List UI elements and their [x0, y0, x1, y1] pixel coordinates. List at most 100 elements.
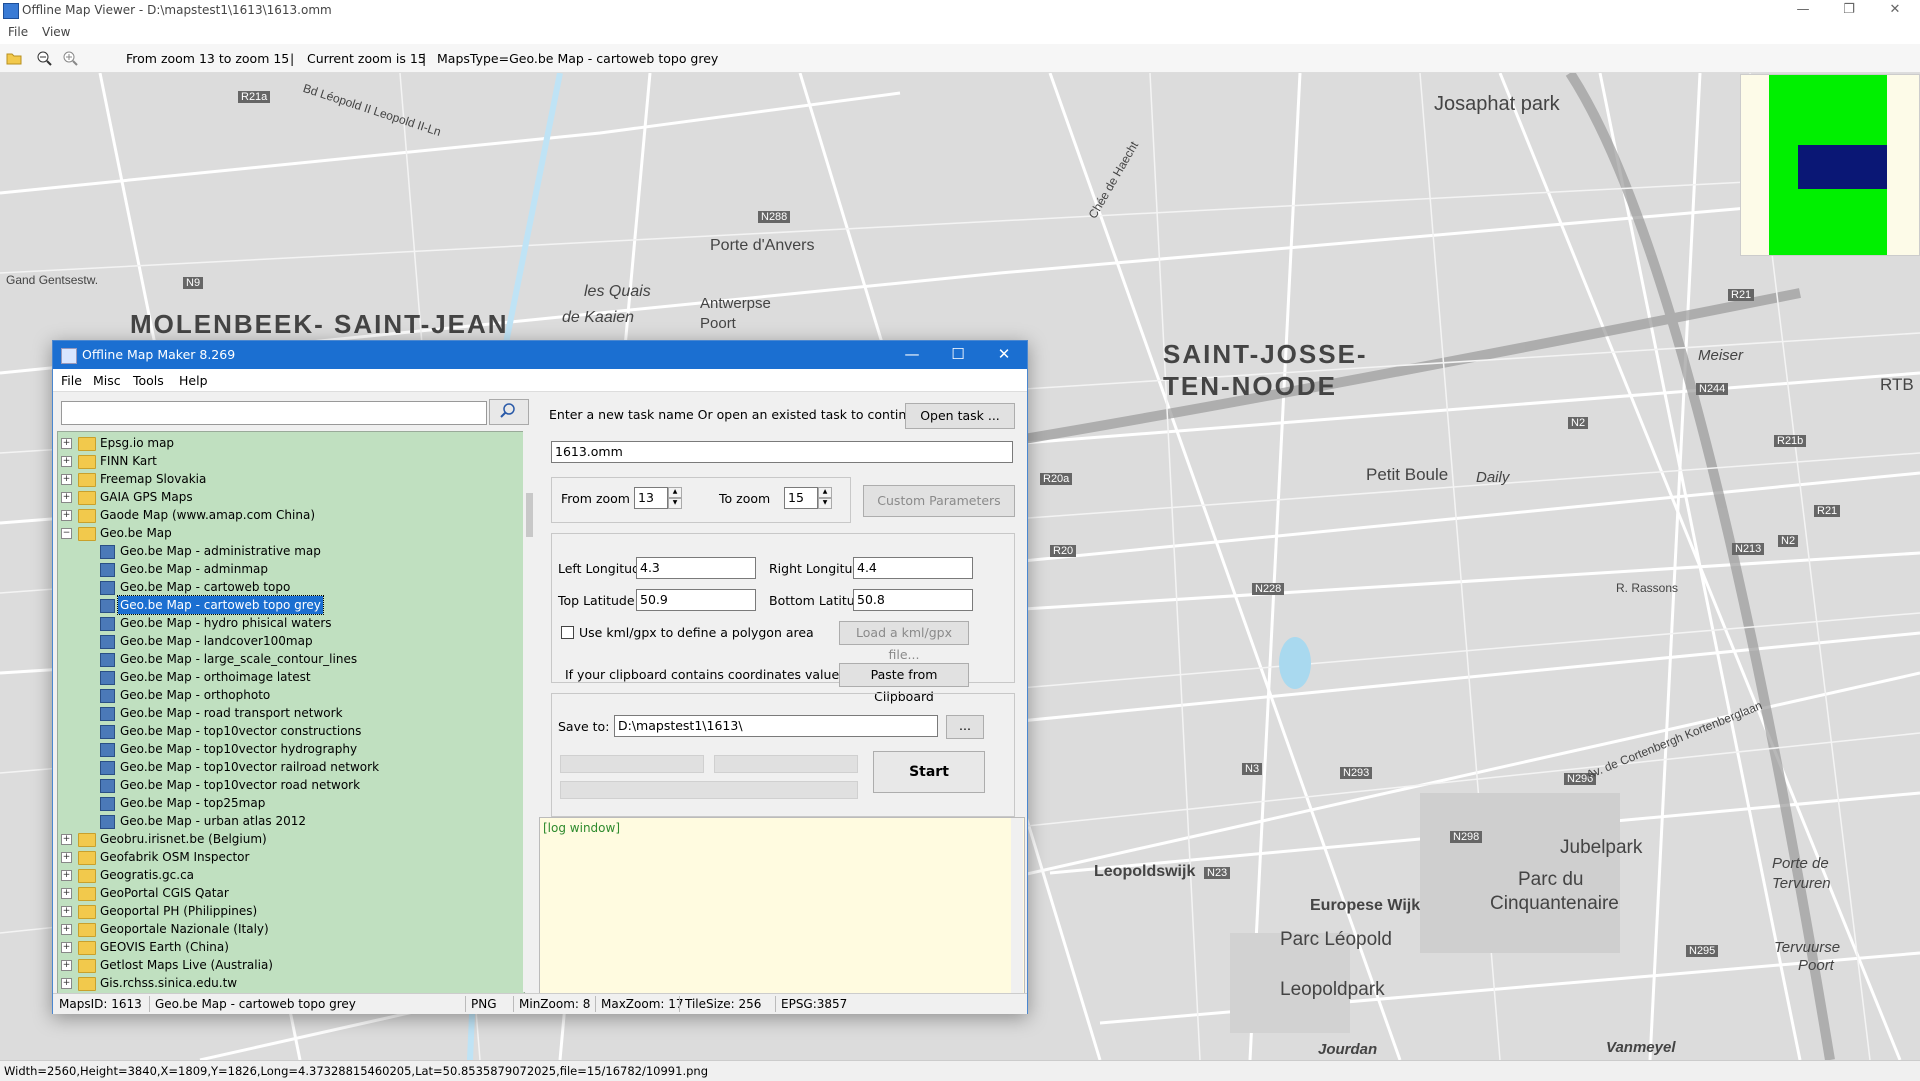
tree-folder-item[interactable]: + Geogratis.gc.ca — [58, 866, 518, 884]
tree-folder-item[interactable]: + GAIA GPS Maps — [58, 488, 518, 506]
expand-icon[interactable]: + — [61, 510, 72, 521]
close-button[interactable]: ✕ — [1872, 0, 1918, 22]
tree-folder-item[interactable]: + Gis.rchss.sinica.edu.tw — [58, 974, 518, 992]
tree-folder-item[interactable]: + GeoPortal CGIS Qatar — [58, 884, 518, 902]
expand-icon[interactable]: + — [61, 978, 72, 989]
dialog-menu-file[interactable]: File — [61, 373, 82, 388]
expand-icon[interactable]: + — [61, 942, 72, 953]
map-source-tree[interactable]: + Epsg.io map + FINN Kart + Freemap Slovakia +… — [57, 431, 525, 994]
map-label: Cinquantenaire — [1490, 893, 1619, 914]
expand-icon[interactable]: + — [61, 834, 72, 845]
bottom-latitude-input[interactable]: 50.8 — [853, 589, 973, 611]
to-zoom-input[interactable]: 15 — [784, 487, 818, 509]
tree-map-item[interactable]: Geo.be Map - adminmap — [58, 560, 518, 578]
tree-map-item[interactable]: Geo.be Map - landcover100map — [58, 632, 518, 650]
browse-button[interactable]: ... — [946, 715, 984, 739]
open-task-button[interactable]: Open task ... — [905, 403, 1015, 429]
map-icon — [100, 815, 115, 829]
tree-folder-item[interactable]: + Geobru.irisnet.be (Belgium) — [58, 830, 518, 848]
minimap-viewport[interactable] — [1798, 145, 1887, 189]
map-label: Bd Léopold II Leopold II-Ln — [301, 81, 443, 139]
tree-map-item[interactable]: Geo.be Map - top10vector road network — [58, 776, 518, 794]
progress-bar-total — [560, 781, 858, 799]
tree-map-item[interactable]: Geo.be Map - orthoimage latest — [58, 668, 518, 686]
tree-folder-item[interactable]: − Geo.be Map — [58, 524, 518, 542]
open-folder-icon[interactable] — [6, 50, 22, 66]
from-zoom-input[interactable]: 13 — [634, 487, 668, 509]
dialog-menu-tools[interactable]: Tools — [133, 373, 164, 388]
tree-scroll-thumb[interactable] — [526, 493, 533, 537]
map-label: Porte d'Anvers — [710, 237, 815, 254]
from-zoom-spinner[interactable]: ▲ ▼ — [668, 487, 682, 509]
epsg-status: EPSG:3857 — [781, 997, 848, 1011]
map-search-input[interactable] — [61, 401, 487, 425]
tree-folder-item[interactable]: + Epsg.io map — [58, 434, 518, 452]
map-label: SAINT-JOSSE- — [1163, 339, 1368, 369]
dialog-menu-help[interactable]: Help — [179, 373, 208, 388]
minimize-button[interactable]: — — [1780, 0, 1826, 22]
road-shield: N228 — [1252, 583, 1285, 595]
load-kml-button[interactable]: Load a kml/gpx file... — [839, 621, 969, 662]
start-button[interactable]: Start — [873, 751, 985, 793]
log-window[interactable]: [log window] — [539, 817, 1025, 997]
map-search-button[interactable] — [489, 399, 529, 425]
tree-map-item[interactable]: Geo.be Map - hydro phisical waters — [58, 614, 518, 632]
tree-map-item[interactable]: Geo.be Map - orthophoto — [58, 686, 518, 704]
expand-icon[interactable]: + — [61, 852, 72, 863]
expand-icon[interactable]: + — [61, 492, 72, 503]
paste-clipboard-button[interactable]: Paste from Clipboard — [839, 663, 969, 704]
custom-parameters-button[interactable]: Custom Parameters — [863, 485, 1015, 517]
log-scrollbar[interactable] — [1011, 818, 1023, 994]
task-name-field[interactable]: 1613.omm — [551, 441, 1013, 463]
tree-map-item[interactable]: Geo.be Map - top10vector railroad networ… — [58, 758, 518, 776]
expand-icon[interactable]: + — [61, 474, 72, 485]
zoom-out-icon[interactable] — [36, 50, 52, 66]
dialog-menu-misc[interactable]: Misc — [93, 373, 121, 388]
top-latitude-input[interactable]: 50.9 — [636, 589, 756, 611]
tree-folder-item[interactable]: + Gaode Map (www.amap.com China) — [58, 506, 518, 524]
tree-map-item[interactable]: Geo.be Map - cartoweb topo grey — [58, 595, 518, 615]
tree-folder-item[interactable]: + Geofabrik OSM Inspector — [58, 848, 518, 866]
expand-icon[interactable]: + — [61, 870, 72, 881]
tree-map-item[interactable]: Geo.be Map - urban atlas 2012 — [58, 812, 518, 830]
tree-item-label: Geo.be Map - top10vector constructions — [120, 724, 362, 738]
tree-folder-item[interactable]: + Geoportale Nazionale (Italy) — [58, 920, 518, 938]
expand-icon[interactable]: + — [61, 888, 72, 899]
tree-folder-item[interactable]: + Freemap Slovakia — [58, 470, 518, 488]
map-icon — [100, 635, 115, 649]
tree-map-item[interactable]: Geo.be Map - large_scale_contour_lines — [58, 650, 518, 668]
zoom-in-icon[interactable] — [62, 50, 78, 66]
save-path-field[interactable]: D:\mapstest1\1613\ — [614, 715, 938, 737]
expand-icon[interactable]: + — [61, 960, 72, 971]
tree-folder-item[interactable]: + Geoportal PH (Philippines) — [58, 902, 518, 920]
tree-map-item[interactable]: Geo.be Map - road transport network — [58, 704, 518, 722]
menu-view[interactable]: View — [42, 25, 70, 39]
tree-folder-item[interactable]: + FINN Kart — [58, 452, 518, 470]
tree-map-item[interactable]: Geo.be Map - cartoweb topo — [58, 578, 518, 596]
kml-checkbox[interactable] — [561, 626, 574, 639]
expand-icon[interactable]: + — [61, 906, 72, 917]
tree-folder-item[interactable]: + Getlost Maps Live (Australia) — [58, 956, 518, 974]
right-longitude-input[interactable]: 4.4 — [853, 557, 973, 579]
tree-folder-item[interactable]: + GEOVIS Earth (China) — [58, 938, 518, 956]
to-zoom-spinner[interactable]: ▲ ▼ — [818, 487, 832, 509]
expand-icon[interactable]: + — [61, 924, 72, 935]
expand-icon[interactable]: + — [61, 456, 72, 467]
menu-file[interactable]: File — [8, 25, 28, 39]
dialog-minimize-button[interactable]: — — [889, 341, 935, 369]
tree-map-item[interactable]: Geo.be Map - top10vector constructions — [58, 722, 518, 740]
tree-item-label: Geo.be Map - cartoweb topo — [120, 580, 291, 594]
dialog-close-button[interactable]: ✕ — [981, 341, 1027, 369]
road-shield: N213 — [1732, 543, 1765, 555]
collapse-icon[interactable]: − — [61, 528, 72, 539]
left-longitude-input[interactable]: 4.3 — [636, 557, 756, 579]
tree-map-item[interactable]: Geo.be Map - top10vector hydrography — [58, 740, 518, 758]
tree-map-item[interactable]: Geo.be Map - top25map — [58, 794, 518, 812]
dialog-maximize-button[interactable]: ☐ — [935, 341, 981, 369]
expand-icon[interactable]: + — [61, 438, 72, 449]
dialog-titlebar: Offline Map Maker 8.269 — ☐ ✕ — [53, 341, 1027, 369]
road-shield: N2 — [1568, 417, 1589, 429]
minimap[interactable] — [1740, 74, 1920, 256]
restore-button[interactable]: ❐ — [1826, 0, 1872, 22]
tree-map-item[interactable]: Geo.be Map - administrative map — [58, 542, 518, 560]
